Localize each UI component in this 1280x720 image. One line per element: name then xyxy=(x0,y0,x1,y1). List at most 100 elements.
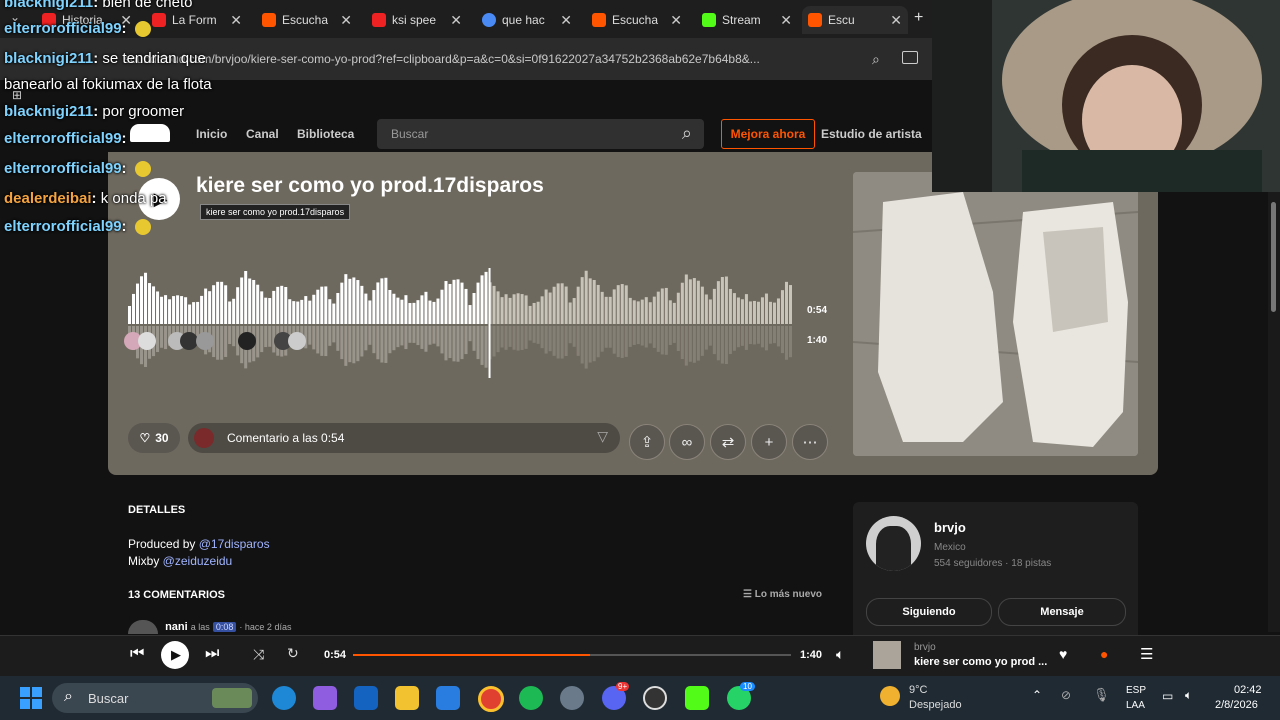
chrome-icon[interactable] xyxy=(478,686,504,712)
close-tab-icon[interactable]: ✕ xyxy=(340,12,352,29)
copilot-icon[interactable] xyxy=(313,686,337,710)
edge-icon[interactable] xyxy=(272,686,296,710)
search-input[interactable]: Buscar xyxy=(391,127,428,141)
close-tab-icon[interactable]: ✕ xyxy=(670,12,682,29)
playhead[interactable] xyxy=(488,268,491,378)
browser-tab-active[interactable]: Escu ✕ xyxy=(802,6,908,34)
waveform[interactable] xyxy=(128,268,793,378)
nav-library[interactable]: Biblioteca xyxy=(297,127,354,141)
queue-icon[interactable]: ☰ xyxy=(1140,645,1153,663)
share-button[interactable]: ⇪ xyxy=(629,424,665,460)
repeat-icon[interactable]: ↻ xyxy=(287,645,299,662)
waveform-bar xyxy=(196,301,200,324)
copy-link-button[interactable]: ∞ xyxy=(669,424,705,460)
send-icon[interactable]: ▽ xyxy=(597,428,608,445)
comment-input[interactable]: Comentario a las 0:54 ▽ xyxy=(188,423,620,453)
player-title[interactable]: kiere ser como yo prod ... xyxy=(914,656,1047,668)
install-app-icon[interactable] xyxy=(902,51,918,64)
new-tab-icon[interactable]: + xyxy=(914,9,923,27)
following-button[interactable]: Siguiendo xyxy=(866,598,992,626)
add-to-playlist-button[interactable]: + xyxy=(751,424,787,460)
tab-label: Escu xyxy=(828,13,855,27)
language-top[interactable]: ESP xyxy=(1126,685,1146,696)
close-tab-icon[interactable]: ✕ xyxy=(450,12,462,29)
player-artist[interactable]: brvjo xyxy=(914,642,936,653)
browser-tab[interactable]: que hac ✕ xyxy=(482,6,578,34)
scrollbar-thumb[interactable] xyxy=(1271,202,1276,312)
next-button[interactable]: ⏭ xyxy=(205,645,219,663)
waveform-bar xyxy=(616,285,620,324)
progress-track[interactable] xyxy=(353,654,791,656)
weather-temp[interactable]: 9°C xyxy=(909,684,927,696)
browser-tab[interactable]: Stream ✕ xyxy=(702,6,798,34)
avatar[interactable] xyxy=(128,620,158,634)
windows-start-icon[interactable] xyxy=(20,687,42,709)
artist-avatar[interactable] xyxy=(866,516,921,571)
sort-dropdown[interactable]: ☰ Lo más nuevo xyxy=(743,589,822,600)
shuffle-icon[interactable]: ⤨ xyxy=(253,646,264,663)
comment-user[interactable]: nani xyxy=(165,621,188,633)
close-tab-icon[interactable]: ✕ xyxy=(560,12,572,29)
waveform-reflection-bar xyxy=(748,326,752,345)
display-icon[interactable]: ▭ xyxy=(1162,689,1173,703)
spotify-icon[interactable] xyxy=(519,686,543,710)
heart-icon[interactable]: ♥ xyxy=(1059,646,1067,662)
volume-tray-icon[interactable]: 🔈︎ xyxy=(1185,688,1192,703)
avatar[interactable] xyxy=(238,332,256,350)
browser-tab[interactable]: ksi spee ✕ xyxy=(372,6,468,34)
tray-chevron-icon[interactable]: ⌃ xyxy=(1032,688,1042,702)
nav-feed[interactable]: Canal xyxy=(246,127,279,141)
player-artwork[interactable] xyxy=(873,641,901,669)
microphone-icon[interactable]: 🎙︎ xyxy=(1093,687,1110,703)
browser-tab[interactable]: Escucha ✕ xyxy=(592,6,688,34)
artist-studio-link[interactable]: Estudio de artista xyxy=(821,127,922,141)
soundcloud-logo[interactable] xyxy=(130,124,170,142)
obs-icon[interactable] xyxy=(643,686,667,710)
mixer-link[interactable]: @zeiduzeidu xyxy=(163,554,233,568)
waveform-reflection-bar xyxy=(712,326,716,355)
repost-button[interactable]: ⇄ xyxy=(710,424,746,460)
waveform-bar xyxy=(692,278,696,324)
producer-link[interactable]: @17disparos xyxy=(199,537,270,551)
kick-icon[interactable] xyxy=(685,686,709,710)
avatar[interactable] xyxy=(288,332,306,350)
weather-desc[interactable]: Despejado xyxy=(909,699,962,711)
settings-icon[interactable] xyxy=(560,686,584,710)
track-title: kiere ser como yo prod.17disparos xyxy=(196,174,544,197)
scrollbar[interactable] xyxy=(1268,192,1280,632)
file-explorer-icon[interactable] xyxy=(395,686,419,710)
artist-name[interactable]: brvjo xyxy=(934,520,966,535)
comment-timestamp[interactable]: 0:08 xyxy=(212,621,237,632)
weather-icon[interactable] xyxy=(880,686,900,706)
search-icon[interactable]: ⌕ xyxy=(682,123,692,144)
waveform-bar xyxy=(260,291,264,324)
search-box[interactable]: Buscar ⌕ xyxy=(377,119,704,149)
close-tab-icon[interactable]: ✕ xyxy=(780,12,792,29)
outlook-icon[interactable] xyxy=(354,686,378,710)
avatar[interactable] xyxy=(138,332,156,350)
clock-time[interactable]: 02:42 xyxy=(1234,684,1262,696)
waveform-bar xyxy=(228,301,232,324)
upgrade-button[interactable]: Mejora ahora xyxy=(721,119,815,149)
browser-tab[interactable]: Escucha ✕ xyxy=(262,6,358,34)
close-tab-icon[interactable]: ✕ xyxy=(230,12,242,29)
message-button[interactable]: Mensaje xyxy=(998,598,1126,626)
taskbar-search[interactable]: ⌕ Buscar xyxy=(52,683,258,713)
play-pause-button[interactable]: ▶ xyxy=(161,641,189,669)
previous-button[interactable]: ⏮ xyxy=(130,645,144,663)
network-off-icon[interactable]: ⊘ xyxy=(1061,688,1071,702)
like-button[interactable]: ♡ 30 xyxy=(128,423,180,453)
chat-username: elterrorofficial99 xyxy=(4,130,122,147)
url-field[interactable]: soundcloud.com/brvjoo/kiere-ser-como-yo-… xyxy=(124,52,760,66)
follow-artist-icon[interactable]: ● xyxy=(1100,646,1108,662)
more-button[interactable]: ⋯ xyxy=(792,424,828,460)
player-time-total: 1:40 xyxy=(800,649,823,661)
store-icon[interactable] xyxy=(436,686,460,710)
zoom-icon[interactable]: ⌕ xyxy=(872,51,880,68)
close-tab-icon[interactable]: ✕ xyxy=(890,12,902,29)
avatar[interactable] xyxy=(196,332,214,350)
language-bottom[interactable]: LAA xyxy=(1126,700,1145,711)
clock-date[interactable]: 2/8/2026 xyxy=(1215,699,1258,711)
nav-home[interactable]: Inicio xyxy=(196,127,227,141)
volume-icon[interactable]: 🔈︎ xyxy=(836,646,844,663)
